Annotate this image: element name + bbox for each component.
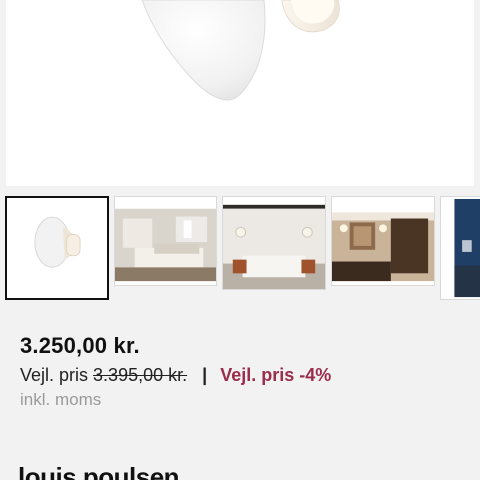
- product-price: 3.250,00 kr.: [20, 333, 140, 358]
- thumbnail-blue-wall[interactable]: [440, 196, 480, 300]
- compare-price-value: 3.395,00 kr.: [93, 365, 188, 385]
- bedroom-thumbnail-image: [115, 197, 216, 285]
- blue-wall-thumbnail-image: [441, 197, 480, 299]
- lamp-illustration: [141, 0, 340, 101]
- vat-note: inkl. moms: [20, 390, 102, 409]
- thumbnail-strip: [0, 196, 480, 300]
- brand-logo[interactable]: louis poulsen: [18, 462, 180, 480]
- product-page: 3.250,00 kr. Vejl. pris 3.395,00 kr. | V…: [0, 0, 480, 480]
- room-thumbnail-image: [223, 197, 325, 289]
- main-product-image[interactable]: [6, 0, 474, 186]
- thumbnail-hotel-room[interactable]: [331, 196, 435, 286]
- compare-price-label: Vejl. pris: [20, 365, 89, 385]
- compare-price-line: Vejl. pris 3.395,00 kr. | Vejl. pris -4%: [20, 365, 331, 386]
- thumbnail-bedroom[interactable]: [114, 196, 217, 286]
- thumbnail-room-two-lamps[interactable]: [222, 196, 326, 290]
- price-separator: |: [202, 365, 208, 385]
- discount-badge: Vejl. pris -4%: [220, 365, 332, 385]
- hotel-thumbnail-image: [332, 197, 434, 285]
- lamp-thumbnail-image: [7, 198, 107, 298]
- thumbnail-lamp-product[interactable]: [5, 196, 109, 300]
